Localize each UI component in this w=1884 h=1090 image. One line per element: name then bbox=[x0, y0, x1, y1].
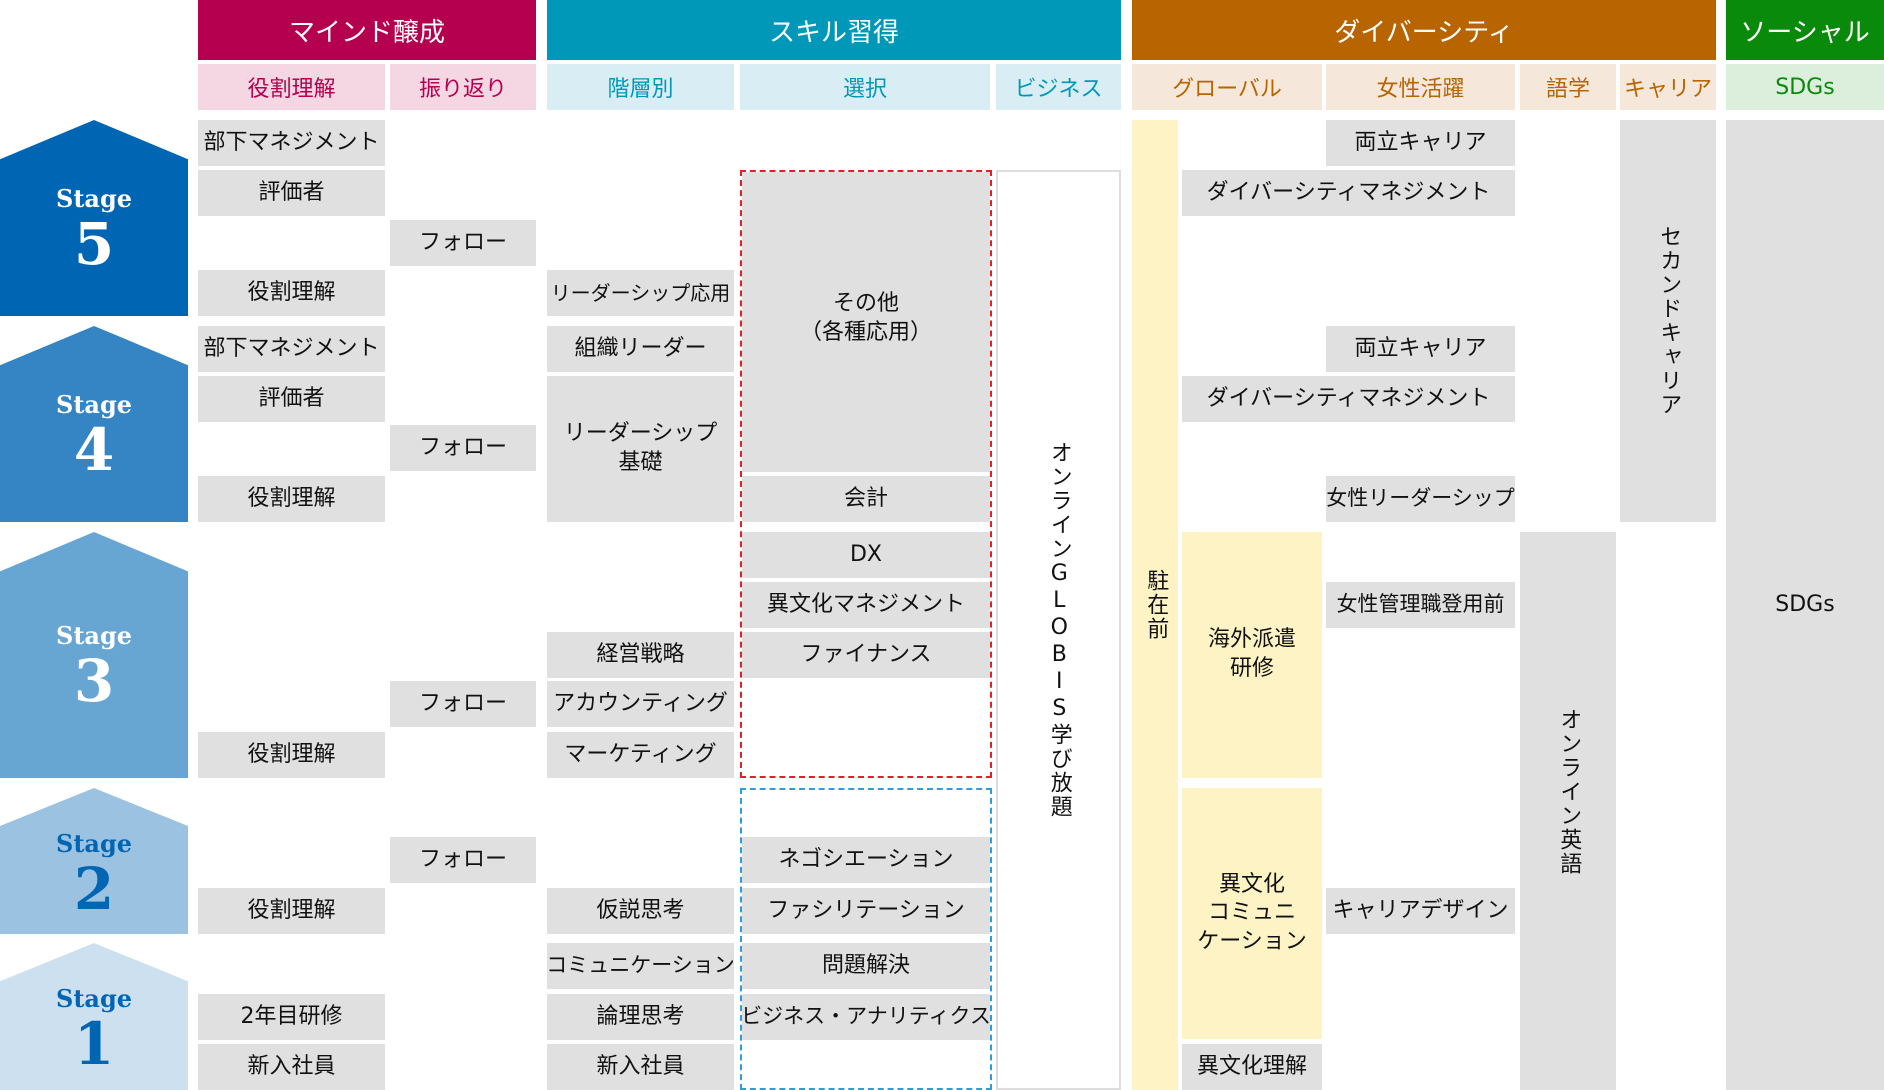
tier-marketing[interactable]: マーケティング bbox=[547, 732, 734, 778]
stage-5-badge: Stage 5 bbox=[0, 120, 188, 316]
stage-label: Stage bbox=[55, 183, 133, 213]
subheader-tier: 階層別 bbox=[547, 64, 734, 110]
select-facilitation[interactable]: ファシリテーション bbox=[742, 888, 990, 934]
reflect-s3-follow[interactable]: フォロー bbox=[390, 681, 536, 727]
women-s4-female-leadership[interactable]: 女性リーダーシップ bbox=[1326, 476, 1515, 522]
stage-2-badge: Stage 2 bbox=[0, 788, 188, 934]
role-s5-subordinate-mgmt[interactable]: 部下マネジメント bbox=[198, 120, 385, 166]
women-s3-pre-manager[interactable]: 女性管理職登用前 bbox=[1326, 582, 1515, 628]
global-cross-cultural-comm[interactable]: 異文化 コミュニ ケーション bbox=[1182, 788, 1322, 1039]
tier-org-leader[interactable]: 組織リーダー bbox=[547, 326, 734, 372]
subheader-reflect: 振り返り bbox=[390, 64, 536, 110]
reflect-s2-follow[interactable]: フォロー bbox=[390, 837, 536, 883]
reflect-s5-follow[interactable]: フォロー bbox=[390, 220, 536, 266]
select-basic-group-frame bbox=[740, 788, 992, 1090]
stage-number: 3 bbox=[73, 646, 115, 715]
stage-number: 1 bbox=[73, 1010, 115, 1078]
stage-label: Stage bbox=[55, 984, 133, 1013]
reflect-s4-follow[interactable]: フォロー bbox=[390, 425, 536, 471]
subheader-language: 語学 bbox=[1520, 64, 1616, 110]
subheader-women: 女性活躍 bbox=[1326, 64, 1515, 110]
select-other-applied[interactable]: その他 （各種応用） bbox=[742, 172, 990, 472]
stage-label: Stage bbox=[55, 389, 133, 419]
stage-number: 4 bbox=[73, 415, 115, 484]
global-cross-cultural-understanding[interactable]: 異文化理解 bbox=[1182, 1044, 1322, 1090]
role-s4-subordinate-mgmt[interactable]: 部下マネジメント bbox=[198, 326, 385, 372]
header-skill: スキル習得 bbox=[547, 0, 1121, 60]
global-pre-assignment-label: 駐在前 bbox=[1143, 569, 1169, 641]
career-second-career-label: セカンドキャリア bbox=[1656, 225, 1682, 417]
tier-logical-thinking[interactable]: 論理思考 bbox=[547, 994, 734, 1040]
women-s5-work-life-career[interactable]: 両立キャリア bbox=[1326, 120, 1515, 166]
role-s4-evaluator[interactable]: 評価者 bbox=[198, 376, 385, 422]
header-social: ソーシャル bbox=[1726, 0, 1884, 60]
women-s4-diversity-mgmt[interactable]: ダイバーシティマネジメント bbox=[1182, 376, 1515, 422]
tier-strategy[interactable]: 経営戦略 bbox=[547, 632, 734, 678]
header-diversity: ダイバーシティ bbox=[1132, 0, 1716, 60]
tier-leadership-basic[interactable]: リーダーシップ 基礎 bbox=[547, 376, 734, 522]
subheader-career: キャリア bbox=[1620, 64, 1716, 110]
stage-4-badge: Stage 4 bbox=[0, 326, 188, 522]
career-second-career[interactable]: セカンドキャリア bbox=[1620, 120, 1716, 522]
role-s1-second-year[interactable]: 2年目研修 bbox=[198, 994, 385, 1040]
subheader-role: 役割理解 bbox=[198, 64, 385, 110]
select-business-analytics[interactable]: ビジネス・アナリティクス bbox=[741, 994, 991, 1040]
language-online-english-label: オンライン英語 bbox=[1556, 708, 1582, 876]
role-s2-role-understanding[interactable]: 役割理解 bbox=[198, 888, 385, 934]
women-s4-work-life-career[interactable]: 両立キャリア bbox=[1326, 326, 1515, 372]
role-s4-role-understanding[interactable]: 役割理解 bbox=[198, 476, 385, 522]
global-overseas-training[interactable]: 海外派遣 研修 bbox=[1182, 532, 1322, 778]
role-s5-evaluator[interactable]: 評価者 bbox=[198, 170, 385, 216]
subheader-select: 選択 bbox=[740, 64, 990, 110]
tier-leadership-advanced[interactable]: リーダーシップ応用 bbox=[547, 270, 734, 316]
subheader-global: グローバル bbox=[1132, 64, 1322, 110]
stage-number: 2 bbox=[73, 854, 115, 923]
language-online-english[interactable]: オンライン英語 bbox=[1520, 532, 1616, 1090]
select-accounting[interactable]: 会計 bbox=[742, 476, 990, 522]
stage-1-badge: Stage 1 bbox=[0, 943, 188, 1090]
select-dx[interactable]: DX bbox=[742, 532, 990, 578]
stage-label: Stage bbox=[55, 828, 133, 858]
social-sdgs[interactable]: SDGs bbox=[1726, 120, 1884, 1090]
select-cross-cultural-mgmt[interactable]: 異文化マネジメント bbox=[742, 582, 990, 628]
business-globis-unlimited[interactable]: オンラインGLOBIS学び放題 bbox=[996, 170, 1121, 1090]
stage-label: Stage bbox=[55, 620, 133, 650]
tier-accounting[interactable]: アカウンティング bbox=[547, 681, 734, 727]
women-s5-diversity-mgmt[interactable]: ダイバーシティマネジメント bbox=[1182, 170, 1515, 216]
role-s1-new-employee[interactable]: 新入社員 bbox=[198, 1044, 385, 1090]
tier-communication[interactable]: コミュニケーション bbox=[546, 943, 735, 989]
global-pre-assignment[interactable]: 駐在前 bbox=[1132, 120, 1178, 1090]
header-mind: マインド醸成 bbox=[198, 0, 536, 60]
women-s2-career-design[interactable]: キャリアデザイン bbox=[1326, 888, 1515, 934]
stage-number: 5 bbox=[73, 209, 115, 278]
role-s5-role-understanding[interactable]: 役割理解 bbox=[198, 270, 385, 316]
tier-hypothesis-thinking[interactable]: 仮説思考 bbox=[547, 888, 734, 934]
tier-new-employee[interactable]: 新入社員 bbox=[547, 1044, 734, 1090]
subheader-sdgs: SDGs bbox=[1726, 64, 1884, 110]
select-problem-solving[interactable]: 問題解決 bbox=[742, 943, 990, 989]
subheader-business: ビジネス bbox=[996, 64, 1121, 110]
role-s3-role-understanding[interactable]: 役割理解 bbox=[198, 732, 385, 778]
select-negotiation[interactable]: ネゴシエーション bbox=[742, 837, 990, 883]
stage-3-badge: Stage 3 bbox=[0, 532, 188, 778]
business-globis-label: オンラインGLOBIS学び放題 bbox=[1046, 441, 1072, 819]
select-finance[interactable]: ファイナンス bbox=[742, 632, 990, 678]
